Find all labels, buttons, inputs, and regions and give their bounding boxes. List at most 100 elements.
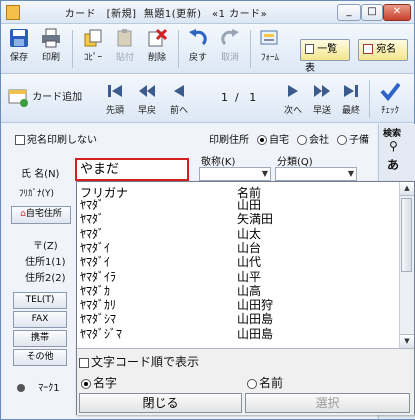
address-view-label: 宛名 xyxy=(376,44,397,55)
furigana-cell: ﾔﾏﾀﾞｼﾞﾏ xyxy=(80,326,123,341)
radio-child[interactable]: 子備 xyxy=(337,131,369,146)
fast-forward-icon xyxy=(314,85,330,97)
paste-button[interactable]: 貼付 xyxy=(110,28,140,63)
name-input[interactable]: やまだ xyxy=(75,158,189,181)
prev-button[interactable]: 前へ xyxy=(165,81,193,116)
radio-surname-label: 名字 xyxy=(93,376,118,390)
home-address-button[interactable]: ⌂自宅住所 xyxy=(11,206,71,224)
list-view-button[interactable]: 一覧表 xyxy=(300,39,350,74)
form-button[interactable]: ﾌｫｰﾑ xyxy=(253,28,287,63)
redo-icon xyxy=(221,29,239,46)
radio-given-indicator[interactable] xyxy=(247,378,257,389)
radio-home[interactable]: 自宅 xyxy=(257,131,289,146)
home-address-label: 自宅住所 xyxy=(25,209,62,219)
list-item[interactable]: ﾔﾏﾀﾞ 矢満田 xyxy=(77,213,399,226)
radio-company-indicator[interactable] xyxy=(297,135,307,145)
toolbar-separator xyxy=(178,30,179,68)
page-separator: / xyxy=(235,91,239,104)
next-button[interactable]: 次へ xyxy=(279,81,307,116)
postal-label: 〒(Z) xyxy=(33,241,58,252)
furigana-cell: ﾔﾏﾀﾞ xyxy=(80,198,105,212)
honorific-select[interactable]: ▼ xyxy=(199,167,271,181)
scroll-down-arrow-icon[interactable]: ▼ xyxy=(400,334,414,348)
radio-child-indicator[interactable] xyxy=(337,135,347,145)
furigana-cell: ﾔﾏﾀﾞｼﾏ xyxy=(80,312,117,327)
list-item[interactable]: ﾔﾏﾀﾞ 山田 xyxy=(77,199,399,212)
minimize-button[interactable]: _ xyxy=(337,4,361,21)
name-cell: 山高 xyxy=(237,283,262,298)
tel-button[interactable]: TEL(T) xyxy=(13,292,67,309)
save-button[interactable]: 保存 xyxy=(4,28,34,63)
copy-label: ｺﾋﾟｰ xyxy=(83,53,102,63)
list-item[interactable]: ﾔﾏﾀﾞｲﾗ 山平 xyxy=(77,270,399,284)
close-button[interactable]: ✕ xyxy=(383,4,411,21)
category-select[interactable]: ▼ xyxy=(275,167,357,181)
fax-button[interactable]: FAX xyxy=(13,311,67,328)
fast-back-button[interactable]: 早戻 xyxy=(133,81,161,116)
address-view-button[interactable]: 宛名 xyxy=(358,39,408,61)
list-item[interactable]: ﾔﾏﾀﾞｶﾘ 山田狩 xyxy=(77,299,399,312)
honorific-label: 敬称(K) xyxy=(201,157,236,168)
delete-button[interactable]: 削除 xyxy=(142,28,172,63)
candidate-list[interactable]: フリガナ 名前 ﾔﾏﾀﾞ 山田 ﾔﾏﾀﾞ 矢満田 ﾔﾏﾀﾞ 山太 ﾔﾏﾀﾞｲ 山台 ﾔﾏﾀﾞｲ 山… xyxy=(77,182,399,348)
maximize-button[interactable]: □ xyxy=(361,4,383,21)
no-print-checkbox[interactable]: 宛名印刷しない xyxy=(15,131,97,146)
other-button[interactable]: その他 xyxy=(13,349,67,366)
char-order-checkbox[interactable]: 文字コード順で表示 xyxy=(79,353,199,370)
name-cell: 山台 xyxy=(237,240,262,255)
scroll-thumb[interactable] xyxy=(401,198,412,272)
list-item[interactable]: ﾔﾏﾀﾞ 山太 xyxy=(77,227,399,241)
cancel-label: 取消 xyxy=(220,53,239,63)
mark-label: ﾏｰｸ1 xyxy=(38,383,60,394)
toolbar-separator xyxy=(369,80,370,118)
list-item[interactable]: ﾔﾏﾀﾞｶ 山高 xyxy=(77,283,399,298)
list-item[interactable]: ﾔﾏﾀﾞｲ 山代 xyxy=(77,256,399,269)
index-a[interactable]: あ xyxy=(387,156,399,173)
print-button[interactable]: 印刷 xyxy=(36,28,66,63)
last-button[interactable]: 最終 xyxy=(337,81,365,116)
toolbar-separator xyxy=(250,30,251,68)
furigana-label: ﾌﾘｶﾞﾅ(Y) xyxy=(19,189,55,199)
radio-given[interactable]: 名前 xyxy=(247,374,283,391)
select-button[interactable]: 選択 xyxy=(245,393,410,413)
mark-field[interactable]: ﾏｰｸ1 xyxy=(17,379,60,394)
list-item[interactable]: ﾔﾏﾀﾞｲ 山台 xyxy=(77,240,399,255)
close-popup-button[interactable]: 閉じる xyxy=(79,393,242,413)
title-bar[interactable]: カード [新規] 無題1(更新) «1 カード» _ □ ✕ xyxy=(1,1,414,24)
first-button[interactable]: 先頭 xyxy=(101,81,129,116)
radio-company[interactable]: 会社 xyxy=(297,131,329,146)
undo-button[interactable]: 戻す xyxy=(183,28,213,63)
name-cell: 山田島 xyxy=(237,312,274,327)
checkbox-box[interactable] xyxy=(15,135,25,145)
mobile-button[interactable]: 携帯 xyxy=(13,330,67,347)
fast-forward-button[interactable]: 早送 xyxy=(308,81,336,116)
radio-home-indicator[interactable] xyxy=(257,135,267,145)
list-item[interactable]: ﾔﾏﾀﾞｼﾞﾏ 山田島 xyxy=(77,326,399,341)
radio-surname-indicator[interactable] xyxy=(81,378,91,389)
binoculars-icon[interactable]: ⚲ xyxy=(389,139,398,153)
next-label: 次へ xyxy=(283,106,302,116)
add-card-label: カード追加 xyxy=(32,92,83,103)
radio-surname[interactable]: 名字 xyxy=(81,374,117,391)
card-window: カード [新規] 無題1(更新) «1 カード» _ □ ✕ 保存 印刷 ｺﾋﾟ… xyxy=(0,0,415,420)
furigana-cell: ﾔﾏﾀﾞｶﾘ xyxy=(80,298,117,313)
checkbox-box[interactable] xyxy=(79,357,89,368)
name-candidate-popup: フリガナ 名前 ﾔﾏﾀﾞ 山田 ﾔﾏﾀﾞ 矢満田 ﾔﾏﾀﾞ 山太 ﾔﾏﾀﾞｲ 山台 ﾔﾏﾀﾞｲ 山… xyxy=(76,181,415,415)
form-icon xyxy=(260,30,278,45)
add-card-button[interactable]: カード追加 xyxy=(7,86,91,108)
cancel-button[interactable]: 取消 xyxy=(215,28,245,63)
scroll-up-arrow-icon[interactable]: ▲ xyxy=(400,182,414,196)
copy-button[interactable]: ｺﾋﾟｰ xyxy=(78,28,108,63)
check-button[interactable]: ﾁｪｯｸ xyxy=(375,81,405,116)
name-cell: 山田島 xyxy=(237,326,274,341)
page-indicator: 1 / 1 xyxy=(221,91,256,104)
first-icon xyxy=(108,85,122,97)
list-item[interactable]: ﾔﾏﾀﾞｼﾏ 山田島 xyxy=(77,313,399,326)
save-label: 保存 xyxy=(9,53,28,63)
address1-label: 住所1(1) xyxy=(25,257,66,268)
name-label: 氏 名(N) xyxy=(21,169,60,180)
name-cell: 山田狩 xyxy=(237,298,274,313)
furigana-cell: ﾔﾏﾀﾞ xyxy=(80,212,105,227)
vertical-scrollbar[interactable]: ▲ ▼ xyxy=(399,182,414,348)
add-card-icon xyxy=(8,89,28,107)
